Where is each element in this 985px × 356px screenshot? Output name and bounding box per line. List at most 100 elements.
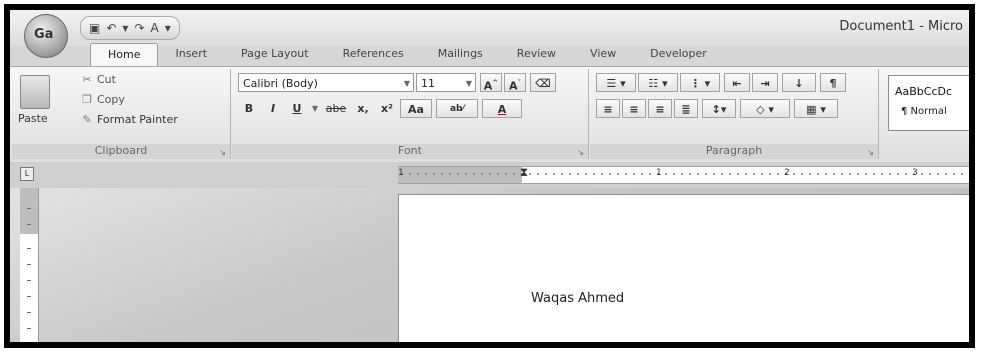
style-normal[interactable]: AaBbCcDc ¶ Normal [888, 75, 969, 131]
highlight-button[interactable]: ab⁄ [436, 99, 478, 118]
title-bar: ▣ ↶ ▾ ↷ A ▾ Document1 - Micro [10, 10, 969, 46]
line-spacing-button[interactable]: ↕▾ [702, 99, 736, 118]
ruler-tick [27, 248, 31, 249]
dropdown-icon[interactable]: ▾ [165, 21, 171, 35]
align-right-button[interactable]: ≡ [648, 99, 672, 118]
cut-button[interactable]: ✂ Cut [80, 73, 116, 86]
dropdown-icon: ▼ [403, 79, 410, 88]
increase-indent-button[interactable]: ⇥ [752, 73, 778, 92]
font-color-icon[interactable]: A [151, 21, 159, 35]
justify-button[interactable]: ≣ [674, 99, 698, 118]
word-window: ▣ ↶ ▾ ↷ A ▾ Document1 - Micro Ga Home In… [4, 4, 975, 348]
font-name-value: Calibri (Body) [243, 77, 318, 90]
font-group: Calibri (Body) ▼ 11 ▼ A^ Aˇ ⌫ B I U ▼ abe … [232, 69, 589, 159]
multilevel-list-button[interactable]: ⋮ ▾ [680, 73, 720, 92]
clear-formatting-button[interactable]: ⌫ [530, 73, 556, 92]
grow-font-button[interactable]: A^ [480, 73, 502, 93]
tab-home[interactable]: Home [90, 43, 159, 68]
copy-button[interactable]: ❐ Copy [80, 93, 125, 106]
cut-label: Cut [97, 73, 116, 86]
dropdown-icon: ▼ [465, 79, 472, 88]
dialog-launcher-icon[interactable]: ↘ [577, 148, 584, 157]
dropdown-icon[interactable]: ▾ [122, 21, 128, 35]
align-center-button[interactable]: ≡ [622, 99, 646, 118]
ruler-margin [398, 167, 522, 183]
ruler-tick [27, 312, 31, 313]
ruler-number: 3 [912, 168, 918, 178]
office-logo-icon: Ga [34, 27, 54, 42]
tab-insert[interactable]: Insert [158, 43, 224, 67]
tab-developer[interactable]: Developer [633, 43, 724, 67]
save-icon[interactable]: ▣ [89, 21, 100, 35]
horizontal-ruler[interactable]: 1 ⧗ 1 2 3 [398, 165, 969, 185]
ribbon: Paste ✂ Cut ❐ Copy ✎ Format Painter Clipboa… [10, 66, 969, 164]
dialog-launcher-icon[interactable]: ↘ [219, 148, 226, 157]
document-workspace: Waqas Ahmed [10, 188, 969, 342]
ruler-number: 1 [398, 168, 404, 178]
paste-icon[interactable] [20, 75, 50, 109]
document-text[interactable]: Waqas Ahmed [531, 291, 624, 306]
dialog-launcher-icon[interactable]: ↘ [867, 148, 874, 157]
style-name: ¶ Normal [901, 106, 947, 117]
ruler-ticks [398, 173, 969, 175]
undo-icon[interactable]: ↶ [106, 21, 116, 35]
document-page[interactable]: Waqas Ahmed [398, 194, 969, 342]
ruler-number: 1 [656, 168, 662, 178]
clipboard-label: Clipboard [12, 144, 230, 159]
ruler-tick [27, 296, 31, 297]
tab-review[interactable]: Review [500, 43, 573, 67]
redo-icon[interactable]: ↷ [134, 21, 144, 35]
ruler-tick [27, 328, 31, 329]
ruler-tick [27, 280, 31, 281]
shrink-font-button[interactable]: Aˇ [504, 73, 526, 93]
font-size-value: 11 [421, 77, 435, 90]
vertical-ruler-page [20, 234, 38, 342]
change-case-button[interactable]: Aa [400, 99, 432, 118]
tab-page-layout[interactable]: Page Layout [224, 43, 326, 67]
underline-dropdown-icon[interactable]: ▼ [310, 99, 320, 118]
paintbrush-icon: ✎ [82, 113, 92, 126]
strikethrough-button[interactable]: abe [322, 99, 350, 118]
align-left-button[interactable]: ≡ [596, 99, 620, 118]
show-formatting-button[interactable]: ¶ [820, 73, 846, 92]
paste-button[interactable]: Paste [18, 112, 48, 125]
ruler-tick [27, 264, 31, 265]
shading-button[interactable]: ◇ ▾ [740, 99, 790, 118]
style-sample-text: AaBbCcDc [895, 85, 953, 98]
ruler-area: L 1 ⧗ 1 2 3 [10, 162, 969, 188]
copy-icon: ❐ [82, 93, 92, 106]
font-size-field[interactable]: 11 ▼ [416, 73, 476, 92]
bold-button[interactable]: B [238, 99, 260, 118]
scissors-icon: ✂ [82, 73, 92, 86]
copy-label: Copy [97, 93, 125, 106]
office-button[interactable]: Ga [24, 14, 68, 58]
borders-button[interactable]: ▦ ▾ [794, 99, 838, 118]
ribbon-tabs: Home Insert Page Layout References Maili… [90, 43, 724, 68]
vertical-ruler[interactable] [20, 188, 39, 342]
format-painter-label: Format Painter [97, 113, 178, 126]
underline-button[interactable]: U [286, 99, 308, 118]
clipboard-group: Paste ✂ Cut ❐ Copy ✎ Format Painter Clipboa… [12, 69, 231, 159]
numbering-button[interactable]: ☷ ▾ [638, 73, 678, 92]
ruler-tick [27, 224, 31, 225]
decrease-indent-button[interactable]: ⇤ [724, 73, 750, 92]
tab-selector-icon[interactable]: L [20, 167, 34, 181]
bullets-button[interactable]: ☰ ▾ [596, 73, 636, 92]
tab-mailings[interactable]: Mailings [421, 43, 500, 67]
document-title: Document1 - Micro [839, 19, 963, 34]
subscript-button[interactable]: x, [352, 99, 374, 118]
paragraph-group: ☰ ▾ ☷ ▾ ⋮ ▾ ⇤ ⇥ ↓ ¶ ≡ ≡ ≡ ≣ ↕▾ ◇ ▾ ▦ ▾ P… [590, 69, 879, 159]
font-name-field[interactable]: Calibri (Body) ▼ [238, 73, 414, 92]
italic-button[interactable]: I [262, 99, 284, 118]
font-label: Font [232, 144, 588, 159]
font-color-button[interactable]: A [482, 99, 522, 118]
tab-references[interactable]: References [326, 43, 421, 67]
ruler-number: 2 [784, 168, 790, 178]
tab-view[interactable]: View [573, 43, 633, 67]
paragraph-label: Paragraph [590, 144, 878, 159]
superscript-button[interactable]: x² [376, 99, 398, 118]
format-painter-button[interactable]: ✎ Format Painter [80, 113, 178, 126]
sort-button[interactable]: ↓ [782, 73, 816, 92]
indent-marker-icon[interactable]: ⧗ [519, 165, 529, 185]
styles-group: AaBbCcDc ¶ Normal [880, 69, 969, 159]
